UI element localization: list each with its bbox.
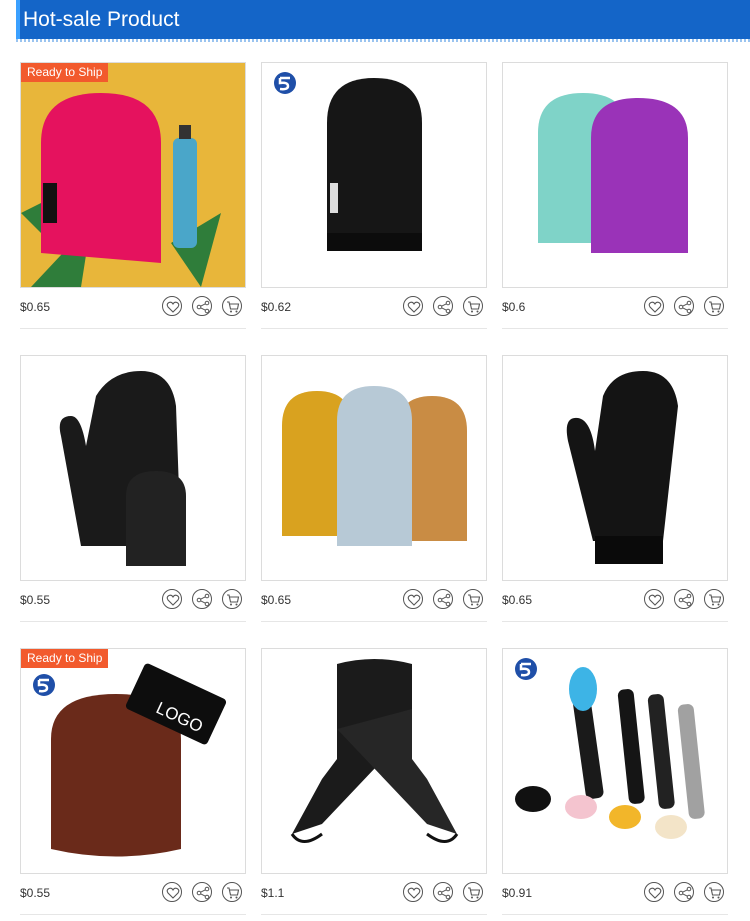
heart-icon[interactable] [403, 882, 423, 902]
cart-icon[interactable] [704, 296, 724, 316]
product-image[interactable]: LOGO Ready to Ship [20, 648, 246, 874]
card-divider [20, 328, 246, 329]
product-price: $0.6 [502, 300, 526, 314]
share-icon[interactable] [192, 296, 212, 316]
share-icon[interactable] [192, 589, 212, 609]
header-divider [16, 39, 750, 42]
share-icon[interactable] [433, 589, 453, 609]
card-divider [261, 621, 487, 622]
product-actions [403, 882, 487, 904]
card-divider [261, 328, 487, 329]
product-price: $0.65 [502, 593, 533, 607]
share-icon[interactable] [433, 882, 453, 902]
product-price: $0.62 [261, 300, 292, 314]
product-actions [403, 589, 487, 611]
cart-icon[interactable] [704, 882, 724, 902]
product-image[interactable] [502, 62, 728, 288]
share-icon[interactable] [674, 589, 694, 609]
product-price: $1.1 [261, 886, 285, 900]
card-divider [20, 914, 246, 915]
product-actions [644, 882, 728, 904]
product-price: $0.91 [502, 886, 533, 900]
product-photo [538, 93, 688, 253]
product-photo [282, 386, 467, 546]
heart-icon[interactable] [644, 296, 664, 316]
card-divider [502, 328, 728, 329]
product-price: $0.55 [20, 886, 51, 900]
product-price: $0.65 [20, 300, 51, 314]
product-image[interactable] [261, 355, 487, 581]
header-accent [16, 0, 20, 39]
product-actions [644, 296, 728, 318]
product-image[interactable] [502, 355, 728, 581]
ready-to-ship-badge: Ready to Ship [21, 649, 109, 668]
brand-logo [274, 72, 296, 94]
product-photo [290, 659, 459, 843]
cart-icon[interactable] [463, 589, 483, 609]
product-actions [644, 589, 728, 611]
product-image[interactable] [261, 648, 487, 874]
cart-icon[interactable] [222, 882, 242, 902]
cart-icon[interactable] [463, 296, 483, 316]
cart-icon[interactable] [704, 589, 724, 609]
heart-icon[interactable] [403, 589, 423, 609]
heart-icon[interactable] [162, 589, 182, 609]
heart-icon[interactable] [162, 296, 182, 316]
brand-logo [33, 674, 55, 696]
ready-to-ship-badge: Ready to Ship [21, 63, 109, 82]
cart-icon[interactable] [222, 296, 242, 316]
share-icon[interactable] [433, 296, 453, 316]
product-image[interactable] [20, 355, 246, 581]
card-divider [502, 621, 728, 622]
share-icon[interactable] [192, 882, 212, 902]
cart-icon[interactable] [463, 882, 483, 902]
product-price: $0.55 [20, 593, 51, 607]
product-actions [162, 882, 246, 904]
heart-icon[interactable] [162, 882, 182, 902]
card-divider [261, 914, 487, 915]
brand-logo [515, 658, 537, 680]
product-photo [566, 371, 678, 564]
share-icon[interactable] [674, 296, 694, 316]
product-actions [162, 589, 246, 611]
product-image[interactable] [261, 62, 487, 288]
heart-icon[interactable] [403, 296, 423, 316]
card-divider [502, 914, 728, 915]
product-photo [21, 63, 245, 287]
product-photo [59, 371, 186, 566]
section-title: Hot-sale Product [23, 8, 180, 31]
heart-icon[interactable] [644, 589, 664, 609]
product-actions [162, 296, 246, 318]
product-price: $0.65 [261, 593, 292, 607]
cart-icon[interactable] [222, 589, 242, 609]
product-actions [403, 296, 487, 318]
heart-icon[interactable] [644, 882, 664, 902]
product-image[interactable]: Ready to Ship [20, 62, 246, 288]
card-divider [20, 621, 246, 622]
share-icon[interactable] [674, 882, 694, 902]
product-image[interactable] [502, 648, 728, 874]
